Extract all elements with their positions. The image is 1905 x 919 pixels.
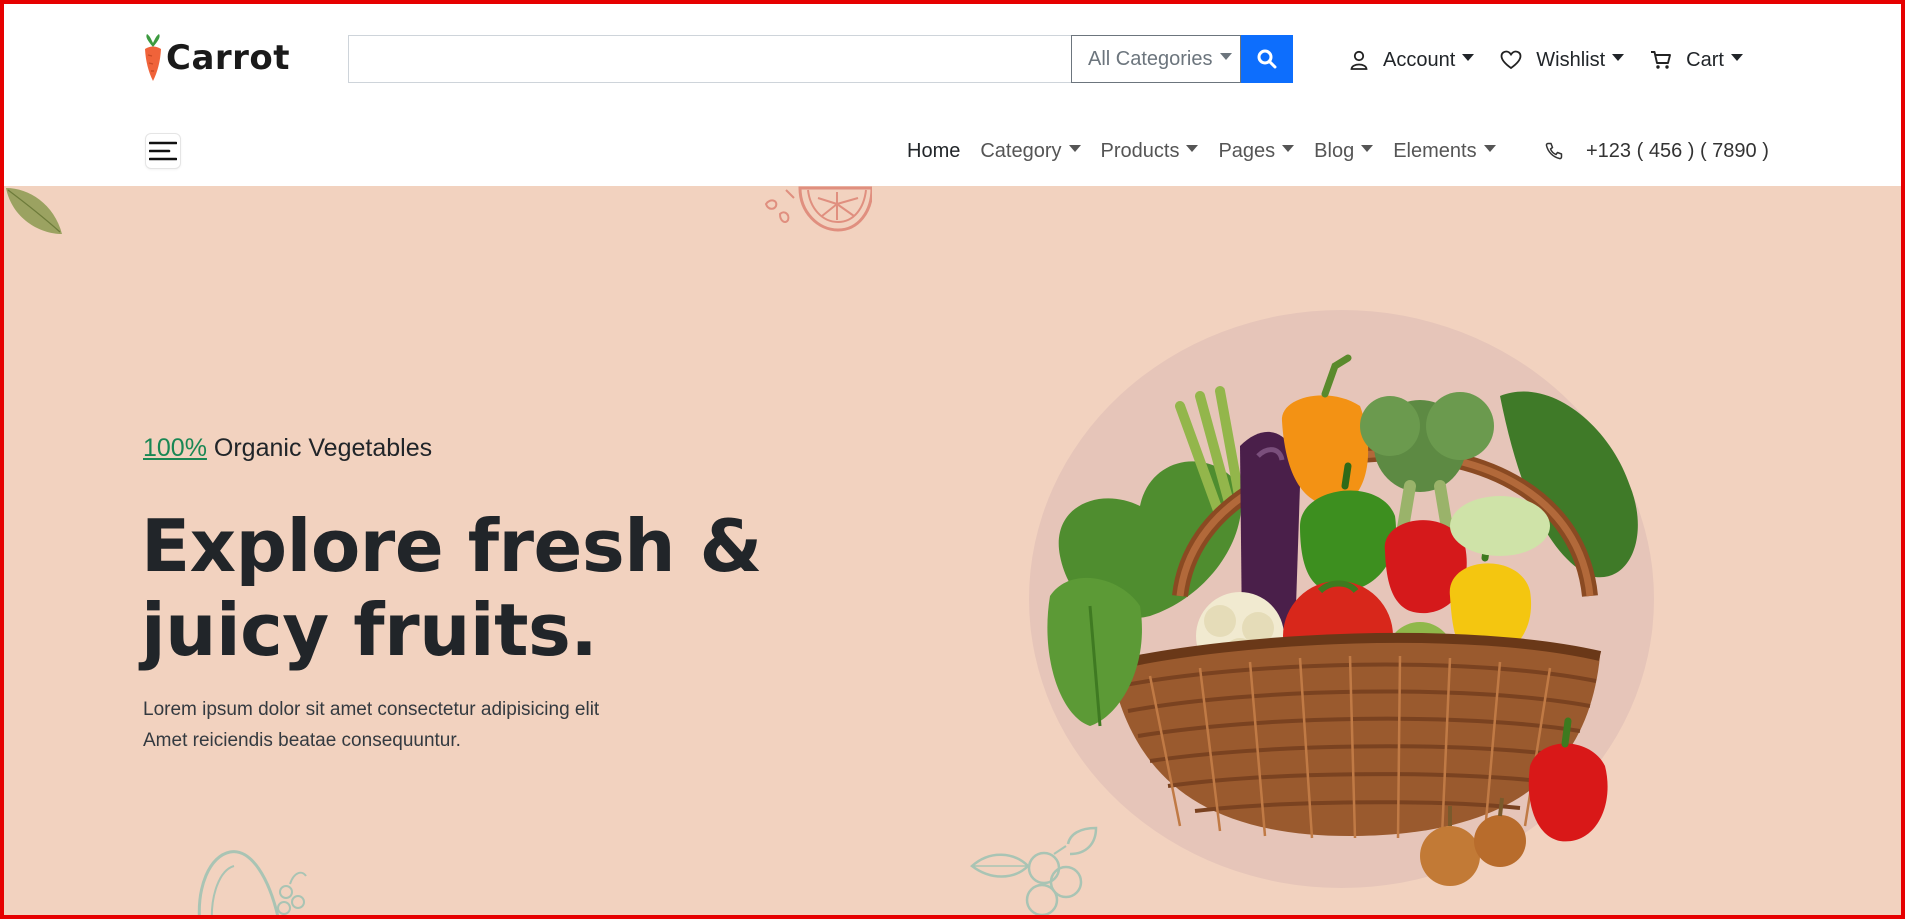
hero-banner: 100% Organic Vegetables Explore fresh & … <box>0 186 1905 919</box>
search-input[interactable] <box>348 35 1071 83</box>
chevron-down-icon <box>1361 144 1374 152</box>
nav-item-blog[interactable]: Blog <box>1314 139 1374 163</box>
carrot-logo-icon <box>145 34 161 81</box>
category-select-label: All Categories <box>1088 47 1213 70</box>
search-icon <box>1257 49 1277 69</box>
nav-item-home[interactable]: Home <box>907 140 960 163</box>
chevron-down-icon <box>1612 53 1625 61</box>
account-label: Account <box>1383 48 1456 71</box>
tagline-accent: 100% <box>143 434 207 462</box>
nav-item-label: Elements <box>1393 139 1477 162</box>
search-button[interactable] <box>1241 35 1293 83</box>
phone-number: +123 ( 456 ) ( 7890 ) <box>1586 139 1769 162</box>
wishlist-label: Wishlist <box>1536 48 1606 71</box>
chevron-down-icon <box>1730 53 1743 61</box>
brand-logo[interactable]: Carrot <box>142 32 290 84</box>
nav-item-label: Products <box>1100 139 1180 162</box>
nav-item-category[interactable]: Category <box>980 139 1081 163</box>
nav-item-label: Blog <box>1314 139 1355 162</box>
tagline-text: Organic Vegetables <box>213 434 433 462</box>
hamburger-menu-icon <box>149 141 177 161</box>
header-links: Account Wishlist Cart <box>1349 44 1769 76</box>
phone-icon <box>1545 142 1563 160</box>
phone-contact[interactable]: +123 ( 456 ) ( 7890 ) <box>1544 136 1769 166</box>
chevron-down-icon <box>1186 144 1199 152</box>
headline-line-1: Explore fresh & <box>141 504 762 588</box>
account-menu[interactable]: Account <box>1349 44 1475 76</box>
user-icon <box>1350 50 1368 70</box>
hero-headline: Explore fresh & juicy fruits. <box>141 504 781 672</box>
nav-item-elements[interactable]: Elements <box>1393 139 1496 163</box>
menu-toggle-button[interactable] <box>145 133 181 169</box>
category-select[interactable]: All Categories <box>1071 35 1241 83</box>
site-header: Carrot All Categories Account Wishlist C… <box>0 0 1905 186</box>
cart-label: Cart <box>1686 48 1724 71</box>
cucumber-doodle-icon <box>197 850 307 919</box>
brand-name: Carrot <box>166 38 291 78</box>
description-line-1: Lorem ipsum dolor sit amet consectetur a… <box>143 699 600 720</box>
vegetable-basket-image <box>1047 354 1638 886</box>
description-line-2: Amet reiciendis beatae consequuntur. <box>143 730 461 751</box>
nav-item-label: Home <box>907 139 961 162</box>
chevron-down-icon <box>1462 53 1475 61</box>
cart-menu[interactable]: Cart <box>1650 44 1743 76</box>
chevron-down-icon <box>1483 144 1496 152</box>
citrus-slice-icon <box>764 186 872 232</box>
nav-item-products[interactable]: Products <box>1101 140 1199 163</box>
chevron-down-icon <box>1219 52 1232 60</box>
hero-description: Lorem ipsum dolor sit amet consectetur a… <box>143 694 703 756</box>
wishlist-menu[interactable]: Wishlist <box>1500 44 1625 76</box>
headline-line-2: juicy fruits. <box>141 588 598 672</box>
main-nav: Home Category Products Pages Blog Elemen… <box>907 136 1516 166</box>
chevron-down-icon <box>1068 144 1081 152</box>
nav-item-label: Pages <box>1218 139 1276 162</box>
search-bar: All Categories <box>348 35 1293 83</box>
heart-icon <box>1500 50 1522 70</box>
nav-item-pages[interactable]: Pages <box>1218 139 1295 163</box>
nav-item-label: Category <box>980 139 1062 162</box>
chevron-down-icon <box>1282 144 1295 152</box>
hero-tagline: 100% Organic Vegetables <box>143 434 432 463</box>
cart-icon <box>1651 51 1672 69</box>
leaf-icon <box>6 188 62 234</box>
